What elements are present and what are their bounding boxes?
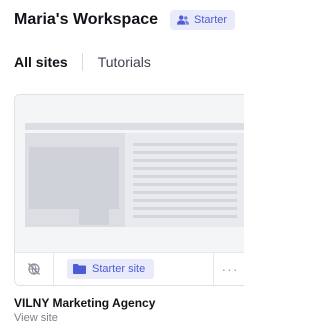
- more-options-button[interactable]: ···: [215, 253, 244, 285]
- site-card[interactable]: Starter site ···: [14, 94, 244, 286]
- workspace-plan-badge[interactable]: Starter: [170, 10, 236, 30]
- site-name[interactable]: VILNY Marketing Agency: [14, 296, 155, 310]
- users-icon: [177, 15, 190, 25]
- tab-divider: [81, 53, 83, 71]
- footer-divider: [53, 253, 54, 285]
- unpublished-globe-icon: [28, 263, 40, 275]
- footer-divider: [213, 253, 214, 285]
- more-horizontal-icon: ···: [221, 261, 239, 277]
- workspace-plan-label: Starter: [194, 14, 228, 26]
- workspace-title: Maria's Workspace: [14, 11, 159, 28]
- tab-tutorials[interactable]: Tutorials: [98, 54, 151, 70]
- site-thumbnail[interactable]: [15, 95, 244, 255]
- site-tabs: All sites Tutorials: [14, 52, 244, 72]
- sites-dashboard: Maria's Workspace Starter All sites Tuto…: [0, 0, 244, 328]
- site-card-footer: Starter site ···: [15, 252, 244, 285]
- tab-all-sites[interactable]: All sites: [14, 54, 68, 70]
- view-site-link[interactable]: View site: [14, 312, 58, 324]
- starter-site-badge[interactable]: Starter site: [67, 259, 155, 279]
- folder-icon: [73, 264, 86, 274]
- website-wireframe-thumbnail: [15, 95, 244, 255]
- workspace-header: Maria's Workspace Starter: [14, 8, 244, 32]
- site-status-button[interactable]: [15, 253, 53, 285]
- starter-site-label: Starter site: [92, 263, 146, 275]
